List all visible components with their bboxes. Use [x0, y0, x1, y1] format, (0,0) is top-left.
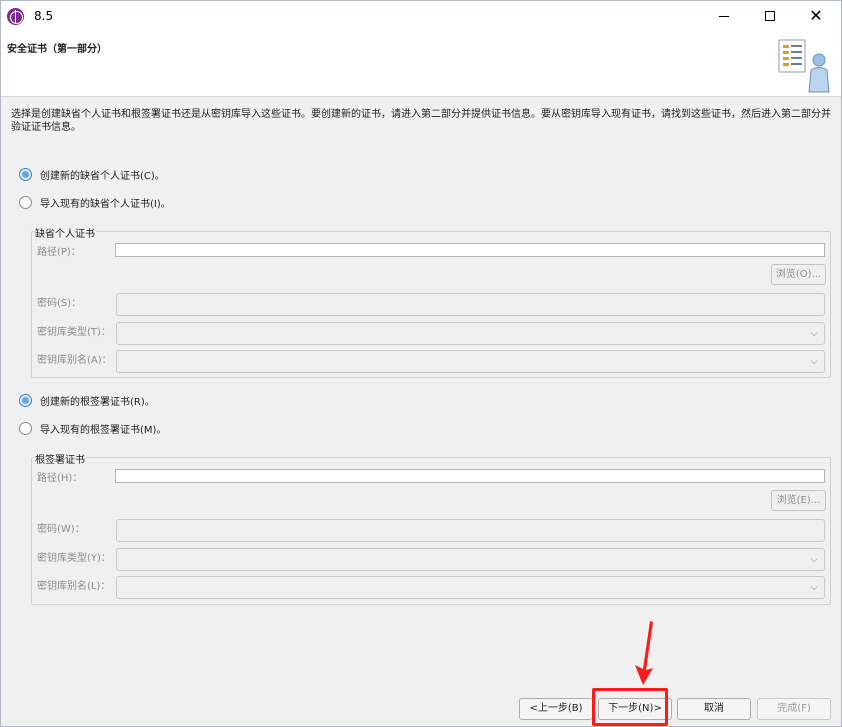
wizard-header: 安全证书（第一部分） — [1, 32, 841, 97]
maximize-button[interactable] — [747, 1, 793, 32]
path-input[interactable] — [115, 243, 825, 257]
path-label: 路径(H)： — [37, 473, 83, 484]
create-root-cert-option[interactable]: 创建新的根签署证书(R)。 — [19, 392, 155, 408]
keystore-alias-select[interactable]: ⌵ — [116, 576, 825, 599]
close-icon: ✕ — [809, 6, 823, 25]
cancel-button[interactable]: 取消 — [677, 698, 751, 720]
maximize-icon — [765, 11, 775, 21]
keystore-alias-select[interactable]: ⌵ — [116, 350, 825, 373]
keystore-alias-label: 密钥库别名(L)： — [37, 581, 111, 592]
path-label: 路径(P)： — [37, 247, 81, 258]
keystore-type-label: 密钥库类型(T)： — [37, 327, 111, 338]
close-button[interactable]: ✕ — [793, 1, 839, 32]
back-button[interactable]: <上一步(B) — [519, 698, 593, 720]
description-text: 选择是创建缺省个人证书和根签署证书还是从密钥库导入这些证书。要创建新的证书，请进… — [11, 109, 831, 133]
wizard-certificate-icon — [778, 39, 830, 93]
path-input[interactable] — [115, 469, 825, 483]
app-icon — [7, 8, 24, 25]
installer-window: 8.5 ✕ 安全证书（第一部分） 选择是创建缺省个人证书和根签署证书还是从密钥库… — [0, 0, 842, 727]
keystore-alias-label: 密钥库别名(A)： — [37, 355, 112, 366]
keystore-type-label: 密钥库类型(Y)： — [37, 553, 111, 564]
chevron-down-icon: ⌵ — [810, 582, 818, 593]
keystore-type-select[interactable]: ⌵ — [116, 322, 825, 345]
page-title: 安全证书（第一部分） — [7, 44, 107, 55]
title-bar: 8.5 ✕ — [1, 1, 841, 32]
window-title: 8.5 — [34, 9, 54, 23]
radio-button[interactable] — [19, 421, 32, 435]
radio-label: 创建新的根签署证书(R)。 — [40, 396, 155, 408]
group-title: 根签署证书 — [34, 451, 86, 466]
personal-cert-group: 缺省个人证书 路径(P)： 浏览(O)... 密码(S)： 密钥库类型(T)： … — [31, 225, 831, 378]
radio-label: 导入现有的根签署证书(M)。 — [40, 424, 167, 436]
browse-button[interactable]: 浏览(E)... — [771, 490, 826, 511]
browse-button[interactable]: 浏览(O)... — [771, 264, 826, 285]
password-label: 密码(W)： — [37, 524, 85, 535]
annotation-arrow-icon — [635, 621, 653, 685]
radio-button-selected[interactable] — [19, 167, 32, 181]
minimize-icon — [719, 15, 729, 17]
chevron-down-icon: ⌵ — [810, 554, 818, 565]
minimize-button[interactable] — [701, 1, 747, 32]
radio-button[interactable] — [19, 195, 32, 209]
radio-label: 创建新的缺省个人证书(C)。 — [40, 170, 165, 182]
radio-label: 导入现有的缺省个人证书(I)。 — [40, 198, 171, 210]
chevron-down-icon: ⌵ — [810, 328, 818, 339]
root-cert-group: 根签署证书 路径(H)： 浏览(E)... 密码(W)： 密钥库类型(Y)： ⌵… — [31, 451, 831, 605]
keystore-type-select[interactable]: ⌵ — [116, 548, 825, 571]
import-root-cert-option[interactable]: 导入现有的根签署证书(M)。 — [19, 420, 166, 436]
radio-button-selected[interactable] — [19, 393, 32, 407]
create-personal-cert-option[interactable]: 创建新的缺省个人证书(C)。 — [19, 166, 165, 182]
password-field[interactable] — [116, 519, 825, 542]
finish-button[interactable]: 完成(F) — [757, 698, 831, 720]
annotation-highlight-box — [592, 688, 668, 726]
import-personal-cert-option[interactable]: 导入现有的缺省个人证书(I)。 — [19, 194, 171, 210]
chevron-down-icon: ⌵ — [810, 356, 818, 367]
password-label: 密码(S)： — [37, 298, 82, 309]
group-title: 缺省个人证书 — [34, 225, 96, 240]
password-field[interactable] — [116, 293, 825, 316]
